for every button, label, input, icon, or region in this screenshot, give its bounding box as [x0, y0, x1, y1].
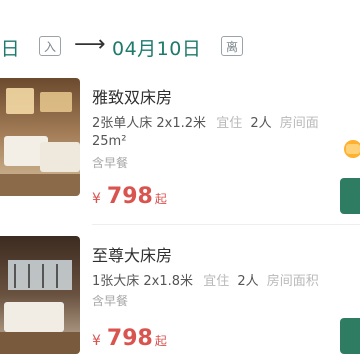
check-out-date[interactable]: 04月10日 — [112, 34, 201, 61]
bed-info: 1张大床 2x1.8米 — [92, 274, 194, 289]
area-label: 房间面 — [279, 116, 319, 131]
check-out-tag: 离 — [221, 36, 243, 56]
room-photo[interactable] — [0, 236, 80, 354]
room-photo[interactable] — [0, 78, 80, 196]
currency-symbol: ¥ — [92, 191, 101, 207]
room-area: 25m² — [92, 134, 127, 149]
divider — [92, 224, 360, 225]
check-in-date[interactable]: 0日 — [0, 34, 20, 61]
price: ¥798 起 — [92, 326, 167, 351]
book-button[interactable] — [340, 318, 360, 354]
date-range-bar[interactable]: 0日 入 ⟶ 04月10日 离 — [0, 26, 360, 66]
check-in-tag: 入 — [39, 36, 61, 56]
occupancy-value: 2人 — [237, 274, 259, 289]
price-amount: 798 — [106, 184, 153, 209]
price: ¥798 起 — [92, 184, 167, 209]
meal-info: 含早餐 — [92, 156, 129, 170]
room-name: 至尊大床房 — [92, 246, 173, 265]
room-spec: 2张单人床 2x1.2米 宜住 2人 房间面 — [92, 112, 319, 131]
bed-info: 2张单人床 2x1.2米 — [92, 116, 207, 131]
occupancy-value: 2人 — [250, 116, 272, 131]
currency-symbol: ¥ — [92, 333, 101, 349]
arrow-right-icon: ⟶ — [74, 32, 106, 57]
area-label: 房间面积 — [266, 274, 319, 289]
room-card-twin[interactable]: 雅致双床房 2张单人床 2x1.2米 宜住 2人 房间面 25m² 含早餐 ¥7… — [0, 78, 360, 228]
occupancy-label: 宜住 — [216, 116, 243, 131]
room-card-king[interactable]: 至尊大床房 1张大床 2x1.8米 宜住 2人 房间面积 含早餐 ¥798 起 — [0, 236, 360, 360]
book-button[interactable] — [340, 178, 360, 214]
room-name: 雅致双床房 — [92, 88, 173, 107]
occupancy-label: 宜住 — [203, 274, 230, 289]
meal-info: 含早餐 — [92, 294, 129, 308]
hand-icon — [346, 144, 360, 154]
price-suffix: 起 — [154, 192, 167, 206]
price-amount: 798 — [106, 326, 153, 351]
price-suffix: 起 — [154, 334, 167, 348]
room-spec: 1张大床 2x1.8米 宜住 2人 房间面积 — [92, 270, 319, 289]
